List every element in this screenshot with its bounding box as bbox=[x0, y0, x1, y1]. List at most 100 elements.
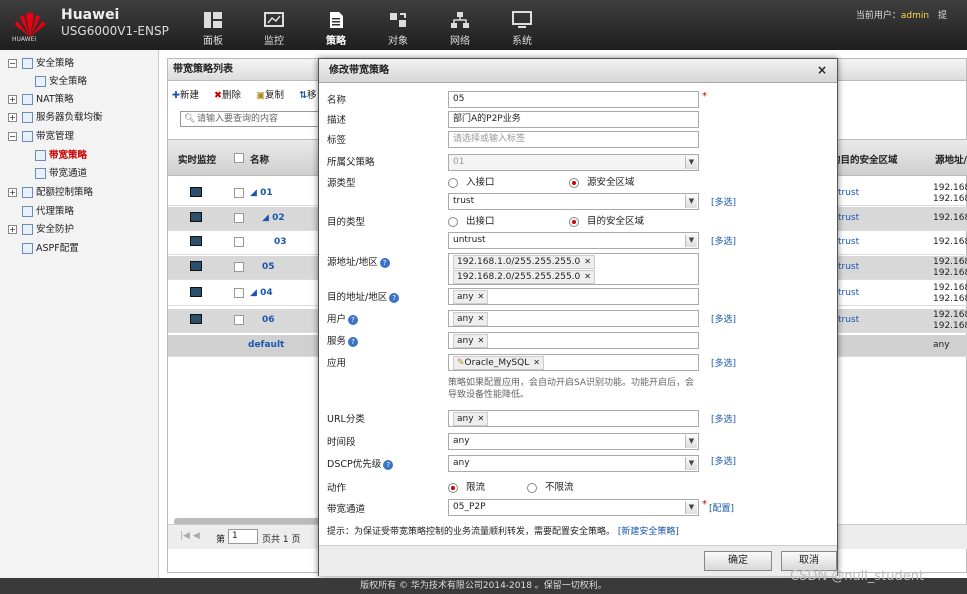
remove-tag-icon[interactable]: ✕ bbox=[478, 414, 485, 423]
sidebar-item-bandwidth-channel[interactable]: 带宽通道 bbox=[35, 166, 87, 182]
radio-dst-zone[interactable]: 目的安全区域 bbox=[569, 213, 644, 227]
sidebar-item-proxy-policy[interactable]: 代理策略 bbox=[22, 204, 74, 220]
current-user-name[interactable]: admin bbox=[901, 11, 929, 21]
row-name[interactable]: ◢ 02 bbox=[262, 213, 285, 223]
sidebar-item-aspf[interactable]: ASPF配置 bbox=[22, 241, 79, 257]
expand-icon[interactable]: + bbox=[8, 225, 17, 234]
user-input[interactable]: any ✕ bbox=[448, 310, 699, 327]
dst-addr-label: 目的地址/地区? bbox=[327, 289, 400, 303]
monitor-icon[interactable] bbox=[190, 287, 202, 297]
name-input[interactable]: 05 bbox=[448, 91, 699, 108]
collapse-icon[interactable]: − bbox=[8, 132, 17, 141]
radio-src-zone[interactable]: 源安全区域 bbox=[569, 174, 635, 188]
row-checkbox[interactable] bbox=[234, 315, 244, 325]
dscp-select[interactable]: any ▼ bbox=[448, 455, 699, 472]
monitor-icon[interactable] bbox=[190, 187, 202, 197]
help-icon[interactable]: ? bbox=[379, 257, 390, 268]
dscp-multiselect-link[interactable]: [多选] bbox=[711, 454, 736, 467]
cancel-button[interactable]: 取消 bbox=[781, 551, 837, 571]
new-button[interactable]: ✚新建 bbox=[172, 90, 205, 101]
row-checkbox[interactable] bbox=[234, 288, 244, 298]
row-name[interactable]: ◢ 04 bbox=[250, 288, 273, 298]
monitor-icon[interactable] bbox=[190, 314, 202, 324]
copy-button[interactable]: ▣复制 bbox=[256, 90, 290, 101]
radio-no-limit[interactable]: 不限流 bbox=[527, 479, 574, 493]
channel-config-link[interactable]: [配置] bbox=[709, 501, 734, 514]
nav-monitor[interactable]: 监控 bbox=[245, 0, 303, 50]
row-checkbox[interactable] bbox=[234, 213, 244, 223]
sidebar-item-server-lb[interactable]: + 服务器负载均衡 bbox=[8, 110, 103, 126]
radio-limit[interactable]: 限流 bbox=[448, 479, 485, 493]
row-name[interactable]: 06 bbox=[262, 315, 275, 325]
row-name[interactable]: 05 bbox=[262, 262, 275, 272]
select-all-checkbox[interactable] bbox=[234, 153, 244, 163]
sidebar-item-quota-policy[interactable]: + 配额控制策略 bbox=[8, 185, 93, 201]
remove-tag-icon[interactable]: ✕ bbox=[478, 292, 485, 301]
dst-zone-select[interactable]: untrust ▼ bbox=[448, 232, 699, 249]
service-input[interactable]: any ✕ bbox=[448, 332, 699, 349]
help-icon[interactable]: ? bbox=[348, 336, 359, 347]
remove-tag-icon[interactable]: ✕ bbox=[533, 358, 540, 367]
tag-input[interactable]: 请选择或输入标签 bbox=[448, 131, 699, 148]
nav-dashboard[interactable]: 面板 bbox=[184, 0, 242, 50]
channel-select[interactable]: 05_P2P ▼ bbox=[448, 499, 699, 516]
first-page-icon[interactable]: |◀ ◀ bbox=[180, 531, 200, 541]
ok-button[interactable]: 确定 bbox=[704, 551, 772, 571]
new-security-policy-link[interactable]: [新建安全策略] bbox=[618, 527, 679, 537]
dst-addr-input[interactable]: any ✕ bbox=[448, 288, 699, 305]
app-multiselect-link[interactable]: [多选] bbox=[711, 356, 736, 369]
row-checkbox[interactable] bbox=[234, 262, 244, 272]
nav-network[interactable]: 网络 bbox=[431, 0, 489, 50]
expand-icon[interactable]: + bbox=[8, 95, 17, 104]
row-checkbox[interactable] bbox=[234, 188, 244, 198]
sidebar-item-security-policy-group[interactable]: − 安全策略 bbox=[8, 56, 74, 72]
src-addr-input[interactable]: 192.168.1.0/255.255.255.0 ✕ 192.168.2.0/2… bbox=[448, 253, 699, 285]
col-dst-zone[interactable]: 的目的安全区域 bbox=[831, 152, 898, 166]
row-checkbox[interactable] bbox=[234, 237, 244, 247]
row-name[interactable]: 03 bbox=[274, 237, 287, 247]
app-input[interactable]: ✎Oracle_MySQL ✕ bbox=[448, 354, 699, 371]
expand-icon[interactable]: + bbox=[8, 188, 17, 197]
sidebar-item-bandwidth-mgmt[interactable]: − 带宽管理 bbox=[8, 129, 74, 145]
nav-system[interactable]: 系统 bbox=[493, 0, 551, 50]
sidebar-item-nat-policy[interactable]: + NAT策略 bbox=[8, 92, 74, 108]
help-icon[interactable]: ? bbox=[348, 314, 359, 325]
row-name[interactable]: ◢ 01 bbox=[250, 188, 273, 198]
time-select[interactable]: any ▼ bbox=[448, 433, 699, 450]
remove-tag-icon[interactable]: ✕ bbox=[584, 257, 591, 266]
dst-zone-multiselect-link[interactable]: [多选] bbox=[711, 234, 736, 247]
search-input[interactable]: 🔍︎ 请输入要查询的内容 bbox=[180, 111, 320, 127]
sidebar-item-security-policy[interactable]: 安全策略 bbox=[35, 74, 87, 90]
url-multiselect-link[interactable]: [多选] bbox=[711, 412, 736, 425]
url-input[interactable]: any ✕ bbox=[448, 410, 699, 427]
col-monitor[interactable]: 实时监控 bbox=[178, 152, 216, 166]
radio-out-interface[interactable]: 出接口 bbox=[448, 213, 495, 227]
nav-object[interactable]: 对象 bbox=[369, 0, 427, 50]
collapse-icon[interactable]: − bbox=[8, 59, 17, 68]
remove-tag-icon[interactable]: ✕ bbox=[478, 314, 485, 323]
expand-icon[interactable]: + bbox=[8, 113, 17, 122]
src-zone-multiselect-link[interactable]: [多选] bbox=[711, 195, 736, 208]
monitor-icon[interactable] bbox=[190, 212, 202, 222]
nav-policy[interactable]: 策略 bbox=[307, 0, 365, 50]
user-multiselect-link[interactable]: [多选] bbox=[711, 312, 736, 325]
col-src-addr[interactable]: 源地址/ bbox=[935, 152, 967, 166]
monitor-icon[interactable] bbox=[190, 236, 202, 246]
col-name[interactable]: 名称 bbox=[250, 152, 269, 166]
parent-policy-select[interactable]: 01 ▼ bbox=[448, 154, 699, 171]
remove-tag-icon[interactable]: ✕ bbox=[478, 336, 485, 345]
page-input[interactable]: 1 bbox=[228, 529, 258, 544]
user-extra[interactable]: 提 bbox=[938, 11, 947, 21]
sidebar-item-bandwidth-policy[interactable]: 带宽策略 bbox=[35, 148, 87, 164]
monitor-icon[interactable] bbox=[190, 261, 202, 271]
radio-in-interface[interactable]: 入接口 bbox=[448, 174, 495, 188]
sidebar-item-security-protection[interactable]: + 安全防护 bbox=[8, 222, 74, 238]
row-name[interactable]: default bbox=[248, 340, 284, 350]
src-zone-select[interactable]: trust ▼ bbox=[448, 193, 699, 210]
help-icon[interactable]: ? bbox=[389, 292, 400, 303]
close-icon[interactable]: × bbox=[817, 63, 827, 77]
help-icon[interactable]: ? bbox=[383, 459, 394, 470]
remove-tag-icon[interactable]: ✕ bbox=[584, 272, 591, 281]
desc-input[interactable]: 部门A的P2P业务 bbox=[448, 111, 699, 128]
delete-button[interactable]: ✖删除 bbox=[214, 90, 247, 101]
